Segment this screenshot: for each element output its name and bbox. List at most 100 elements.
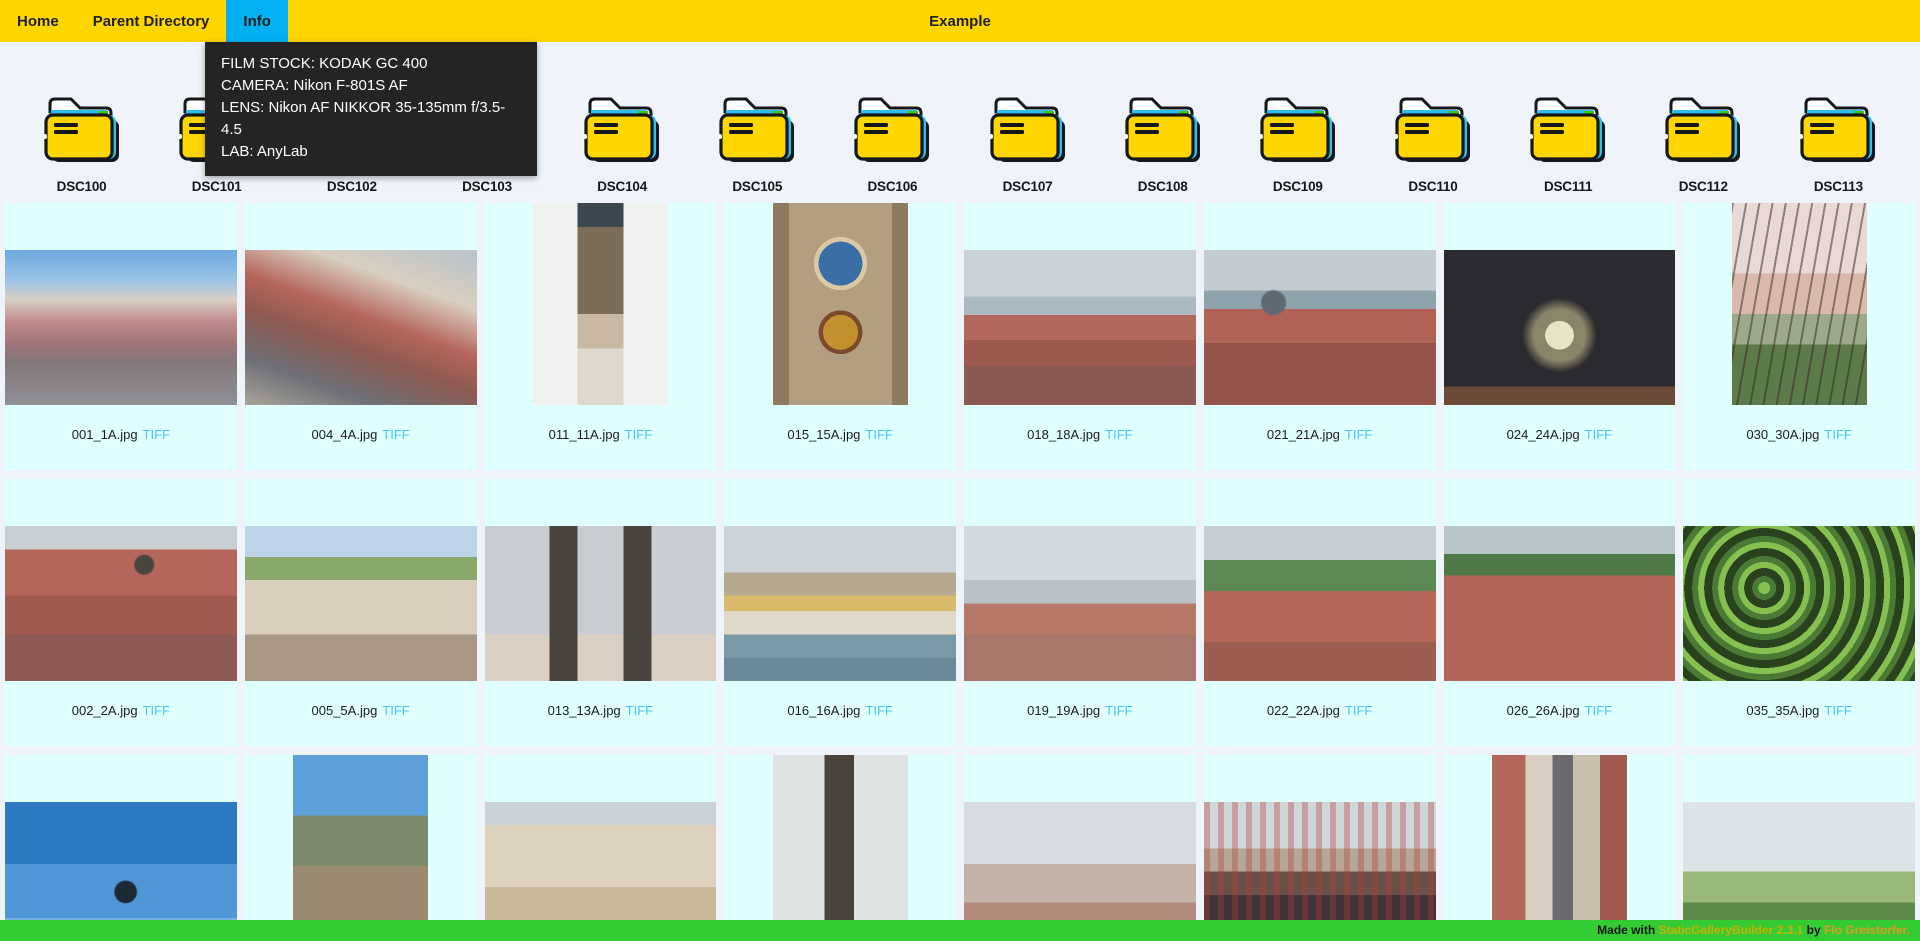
- photo-row: [5, 755, 1915, 941]
- folder-dsc108[interactable]: DSC108: [1108, 92, 1218, 194]
- photo-cell: 030_30A.jpg TIFF: [1683, 203, 1915, 470]
- folder-label: DSC105: [732, 179, 782, 194]
- nav-item-info[interactable]: Info: [226, 0, 288, 42]
- photo-thumbnail-021_21A.jpg[interactable]: [1204, 250, 1436, 405]
- folder-dsc109[interactable]: DSC109: [1243, 92, 1353, 194]
- tooltip-line-lab: LAB: AnyLab: [221, 141, 521, 163]
- thumbnail-area: [724, 203, 956, 405]
- photo-thumbnail-002_2A.jpg[interactable]: [5, 526, 237, 681]
- thumbnail-area: [964, 755, 1196, 941]
- photo-caption: 005_5A.jpg TIFF: [312, 703, 410, 718]
- photo-cell: [1683, 755, 1915, 941]
- folder-dsc113[interactable]: DSC113: [1783, 92, 1893, 194]
- photo-thumbnail-030_30A.jpg[interactable]: [1732, 203, 1867, 405]
- photo-row: 001_1A.jpgTIFF 004_4A.jpgTIFF 011_11A.jpgT…: [5, 203, 1915, 470]
- folder-dsc110[interactable]: DSC110: [1378, 92, 1488, 194]
- photo-filename: 016_16A.jpg: [787, 703, 860, 718]
- photo-filename: 002_2A.jpg: [72, 703, 138, 718]
- tiff-link[interactable]: TIFF: [1345, 427, 1372, 442]
- photo-cell: [485, 755, 717, 941]
- tiff-link[interactable]: TIFF: [382, 427, 409, 442]
- thumbnail-area: [485, 755, 717, 941]
- folder-dsc111[interactable]: DSC111: [1513, 92, 1623, 194]
- footer-by-text: by: [1807, 923, 1821, 937]
- photo-cell: 024_24A.jpg TIFF: [1444, 203, 1676, 470]
- footer-made-with-text: Made with: [1597, 923, 1655, 937]
- photo-cell: 002_2A.jpg TIFF: [5, 479, 237, 746]
- nav-item-home[interactable]: Home: [0, 0, 76, 42]
- thumbnail-area: [724, 479, 956, 681]
- photo-cell: 016_16A.jpg TIFF: [724, 479, 956, 746]
- photo-thumbnail-016_16A.jpg[interactable]: [724, 526, 956, 681]
- photo-filename: 005_5A.jpg: [312, 703, 378, 718]
- folder-dsc105[interactable]: DSC105: [702, 92, 812, 194]
- folder-dsc106[interactable]: DSC106: [837, 92, 947, 194]
- tiff-link[interactable]: TIFF: [1585, 427, 1612, 442]
- photo-caption: 013_13A.jpgTIFF: [548, 703, 653, 718]
- photo-cell: 022_22A.jpgTIFF: [1204, 479, 1436, 746]
- nav-item-parent-directory[interactable]: Parent Directory: [76, 0, 227, 42]
- folder-dsc112[interactable]: DSC112: [1648, 92, 1758, 194]
- thumbnail-area: [1683, 755, 1915, 941]
- tiff-link[interactable]: TIFF: [1105, 427, 1132, 442]
- photo-thumbnail-015_15A.jpg[interactable]: [773, 203, 908, 405]
- photo-cell: 005_5A.jpg TIFF: [245, 479, 477, 746]
- photo-thumbnail-011_11A.jpg[interactable]: [533, 203, 668, 405]
- photo-thumbnail-024_24A.jpg[interactable]: [1444, 250, 1676, 405]
- folder-dsc100[interactable]: DSC100: [27, 92, 137, 194]
- folder-dsc107[interactable]: DSC107: [973, 92, 1083, 194]
- thumbnail-area: [5, 755, 237, 941]
- tiff-link[interactable]: TIFF: [1824, 703, 1851, 718]
- tiff-link[interactable]: TIFF: [865, 703, 892, 718]
- photo-thumbnail-019_19A.jpg[interactable]: [964, 526, 1196, 681]
- thumbnail-area: [1444, 755, 1676, 941]
- photo-filename: 024_24A.jpg: [1507, 427, 1580, 442]
- photo-thumbnail-035_35A.jpg[interactable]: [1683, 526, 1915, 681]
- thumbnail-area: [1444, 479, 1676, 681]
- photo-caption: 016_16A.jpg TIFF: [787, 703, 892, 718]
- tiff-link[interactable]: TIFF: [1824, 427, 1851, 442]
- photo-thumbnail[interactable]: [773, 755, 908, 941]
- photo-caption: 015_15A.jpgTIFF: [787, 427, 892, 442]
- folder-icon: [38, 92, 126, 166]
- photo-thumbnail-013_13A.jpg[interactable]: [485, 526, 717, 681]
- photo-caption: 026_26A.jpg TIFF: [1507, 703, 1612, 718]
- photo-caption: 004_4A.jpgTIFF: [312, 427, 410, 442]
- author-link[interactable]: Flo Greistorfer.: [1824, 923, 1910, 937]
- photo-filename: 019_19A.jpg: [1027, 703, 1100, 718]
- photo-thumbnail-026_26A.jpg[interactable]: [1444, 526, 1676, 681]
- folder-label: DSC102: [327, 179, 377, 194]
- tiff-link[interactable]: TIFF: [626, 703, 653, 718]
- photo-thumbnail-004_4A.jpg[interactable]: [245, 250, 477, 405]
- photo-caption: 021_21A.jpgTIFF: [1267, 427, 1372, 442]
- tiff-link[interactable]: TIFF: [625, 427, 652, 442]
- photo-cell: 001_1A.jpgTIFF: [5, 203, 237, 470]
- photo-cell: 021_21A.jpgTIFF: [1204, 203, 1436, 470]
- photo-caption: 002_2A.jpg TIFF: [72, 703, 170, 718]
- photo-filename: 026_26A.jpg: [1507, 703, 1580, 718]
- builder-link[interactable]: StaticGalleryBuilder 2.3.1: [1659, 923, 1804, 937]
- tiff-link[interactable]: TIFF: [1345, 703, 1372, 718]
- tiff-link[interactable]: TIFF: [1105, 703, 1132, 718]
- photo-thumbnail-005_5A.jpg[interactable]: [245, 526, 477, 681]
- photo-thumbnail[interactable]: [293, 755, 428, 941]
- photo-caption: 035_35A.jpgTIFF: [1746, 703, 1851, 718]
- tiff-link[interactable]: TIFF: [382, 703, 409, 718]
- photo-thumbnail-022_22A.jpg[interactable]: [1204, 526, 1436, 681]
- photo-cell: 011_11A.jpgTIFF: [485, 203, 717, 470]
- tiff-link[interactable]: TIFF: [143, 427, 170, 442]
- footer-bar: Made with StaticGalleryBuilder 2.3.1 by …: [0, 920, 1920, 941]
- photo-thumbnail-001_1A.jpg[interactable]: [5, 250, 237, 405]
- photo-thumbnail-018_18A.jpg[interactable]: [964, 250, 1196, 405]
- photo-filename: 030_30A.jpg: [1746, 427, 1819, 442]
- photo-cell: 035_35A.jpgTIFF: [1683, 479, 1915, 746]
- tiff-link[interactable]: TIFF: [143, 703, 170, 718]
- photo-cell: 015_15A.jpgTIFF: [724, 203, 956, 470]
- photo-thumbnail[interactable]: [1492, 755, 1627, 941]
- tiff-link[interactable]: TIFF: [1585, 703, 1612, 718]
- photo-cell: 026_26A.jpg TIFF: [1444, 479, 1676, 746]
- folder-label: DSC110: [1408, 179, 1457, 194]
- folder-dsc104[interactable]: DSC104: [567, 92, 677, 194]
- thumbnail-area: [485, 479, 717, 681]
- tiff-link[interactable]: TIFF: [865, 427, 892, 442]
